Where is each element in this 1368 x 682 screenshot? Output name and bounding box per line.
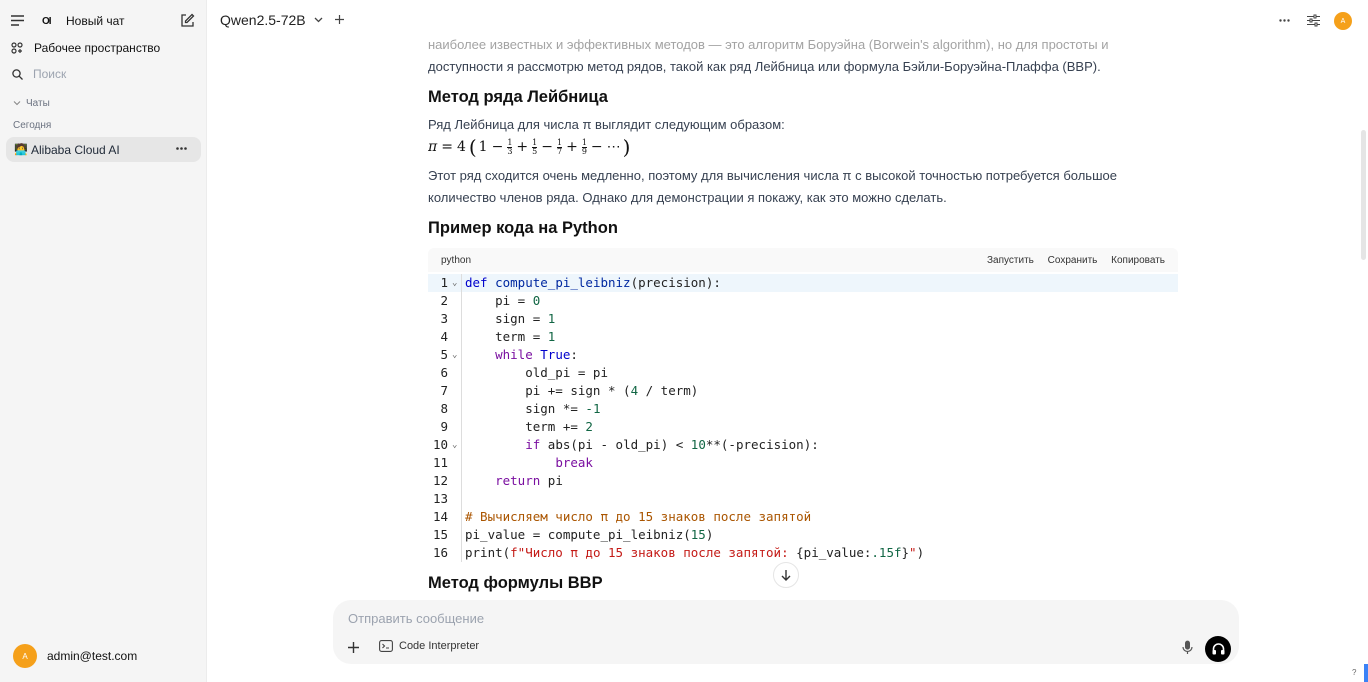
fold-chevron-icon[interactable]: ⌄ bbox=[452, 278, 457, 288]
new-chat-icon[interactable] bbox=[180, 13, 195, 28]
heading-leibniz: Метод ряда Лейбница bbox=[428, 88, 608, 106]
line-number: 3 bbox=[440, 311, 448, 326]
heading-python: Пример кода на Python bbox=[428, 219, 618, 237]
leibniz-text: Ряд Лейбница для числа π выглядит следую… bbox=[428, 117, 785, 132]
line-number: 16 bbox=[432, 545, 448, 560]
code-line: if abs(pi - old_pi) < 10**(-precision): bbox=[525, 437, 819, 452]
microphone-icon[interactable] bbox=[1182, 640, 1193, 655]
code-line: def compute_pi_leibniz(precision): bbox=[465, 275, 721, 290]
corner-indicator bbox=[1364, 664, 1368, 682]
code-line: pi_value = compute_pi_leibniz(15) bbox=[465, 527, 714, 542]
add-model-icon[interactable] bbox=[335, 15, 344, 24]
code-interpreter-toggle[interactable]: Code Interpreter bbox=[379, 640, 479, 652]
date-group-today: Сегодня bbox=[0, 112, 207, 138]
help-icon[interactable]: ? bbox=[1352, 668, 1356, 677]
save-button[interactable]: Сохранить bbox=[1048, 255, 1098, 266]
header-avatar-initial: A bbox=[1340, 17, 1346, 25]
workspace-label: Рабочее пространство bbox=[34, 41, 161, 55]
code-line: pi = 0 bbox=[465, 293, 541, 308]
headphones-icon bbox=[1212, 643, 1225, 655]
slow-text-2: количество членов ряда. Однако для демон… bbox=[428, 190, 947, 205]
code-interpreter-label: Code Interpreter bbox=[399, 640, 480, 652]
message-composer: Отправить сообщение Code Interpreter bbox=[333, 600, 1239, 664]
right-scrollbar[interactable] bbox=[1361, 130, 1366, 260]
sidebar-item-workspace[interactable]: Рабочее пространство bbox=[0, 35, 207, 61]
line-number: 2 bbox=[440, 293, 448, 308]
code-line: break bbox=[555, 455, 593, 470]
line-number: 14 bbox=[432, 509, 448, 524]
today-label: Сегодня bbox=[13, 119, 52, 131]
line-number: 15 bbox=[432, 527, 448, 542]
line-number: 12 bbox=[432, 473, 448, 488]
chevron-down-icon bbox=[13, 100, 21, 106]
fold-chevron-icon[interactable]: ⌄ bbox=[452, 440, 457, 450]
more-options-icon[interactable] bbox=[176, 147, 187, 150]
copy-button[interactable]: Копировать bbox=[1111, 255, 1165, 266]
line-number: 4 bbox=[440, 329, 448, 344]
menu-icon[interactable] bbox=[10, 13, 24, 27]
chevron-down-icon bbox=[314, 17, 323, 23]
line-number: 11 bbox=[432, 455, 448, 470]
user-initial: A bbox=[22, 651, 28, 661]
user-avatar: A bbox=[13, 644, 37, 668]
code-line: # Вычисляем число π до 15 знаков после з… bbox=[465, 509, 812, 524]
code-line: term += 2 bbox=[465, 419, 593, 434]
sidebar-header: OI Новый чат bbox=[0, 8, 207, 34]
model-selector[interactable]: Qwen2.5-72B bbox=[220, 12, 323, 28]
run-button[interactable]: Запустить bbox=[987, 255, 1034, 266]
user-email: admin@test.com bbox=[47, 649, 138, 663]
code-editor[interactable]: 1 ⌄ 2 3 4 5 ⌄ 6 7 8 9 10 ⌄ 11 12 13 14 15 16 def compute_p… bbox=[428, 272, 1178, 566]
app-logo: OI bbox=[42, 15, 52, 27]
message-input[interactable]: Отправить сообщение bbox=[348, 611, 484, 626]
heading-bbp: Метод формулы BBP bbox=[428, 574, 603, 592]
code-line: old_pi = pi bbox=[465, 365, 608, 380]
voice-mode-button[interactable] bbox=[1205, 636, 1231, 662]
sidebar-search[interactable]: Поиск bbox=[0, 61, 207, 87]
code-actions: Запустить Сохранить Копировать bbox=[976, 255, 1165, 266]
arrow-down-icon bbox=[781, 569, 791, 581]
line-number: 13 bbox=[432, 491, 448, 506]
line-number: 7 bbox=[440, 383, 448, 398]
chat-emoji: 🧑‍💻 bbox=[14, 144, 28, 156]
code-language: python bbox=[441, 254, 472, 266]
slow-text-1: Этот ряд сходится очень медленно, поэтом… bbox=[428, 168, 1117, 183]
leibniz-formula: π = 4(1 −1 3 +1 5 −1 7 +1 9 − ⋯) bbox=[428, 135, 631, 159]
scroll-down-button[interactable] bbox=[773, 562, 799, 588]
user-menu[interactable]: A admin@test.com bbox=[13, 644, 193, 668]
intro-text: доступности я рассмотрю метод рядов, так… bbox=[428, 59, 1101, 74]
settings-sliders-icon[interactable] bbox=[1307, 14, 1320, 27]
code-line: sign = 1 bbox=[465, 311, 556, 326]
header-avatar[interactable]: A bbox=[1334, 12, 1352, 30]
search-icon bbox=[12, 68, 23, 80]
code-line: print(f"Число π до 15 знаков после запят… bbox=[465, 545, 925, 560]
chat-list-item[interactable]: 🧑‍💻 Alibaba Cloud AI bbox=[6, 137, 201, 162]
workspace-icon bbox=[11, 42, 23, 54]
code-line: term = 1 bbox=[465, 329, 556, 344]
sidebar: OI Новый чат Рабочее пространство Поиск … bbox=[0, 0, 207, 682]
line-number: 6 bbox=[440, 365, 448, 380]
new-chat-label[interactable]: Новый чат bbox=[66, 14, 125, 28]
chats-section-label: Чаты bbox=[26, 97, 50, 109]
code-block: python Запустить Сохранить Копировать 1 ⌄… bbox=[428, 248, 1178, 566]
line-number: 9 bbox=[440, 419, 448, 434]
chat-title: Alibaba Cloud AI bbox=[31, 142, 120, 157]
code-line: while True: bbox=[495, 347, 578, 362]
search-input[interactable]: Поиск bbox=[33, 67, 66, 81]
plus-icon[interactable] bbox=[348, 642, 359, 653]
more-icon[interactable] bbox=[1279, 19, 1290, 22]
formula-lhs: π bbox=[428, 139, 438, 155]
message-content: наиболее известных и эффективных методов… bbox=[428, 30, 1178, 595]
terminal-icon bbox=[379, 640, 393, 652]
model-name: Qwen2.5-72B bbox=[220, 12, 306, 28]
line-number: 8 bbox=[440, 401, 448, 416]
code-header: python Запустить Сохранить Копировать bbox=[428, 248, 1178, 272]
intro-faded: наиболее известных и эффективных методов… bbox=[428, 37, 1109, 52]
code-line: sign *= -1 bbox=[465, 401, 601, 416]
code-line: pi += sign * (4 / term) bbox=[465, 383, 699, 398]
fold-chevron-icon[interactable]: ⌄ bbox=[452, 350, 457, 360]
main-area: Qwen2.5-72B A наиболее известных и эффек… bbox=[207, 0, 1368, 682]
code-line: return pi bbox=[495, 473, 563, 488]
